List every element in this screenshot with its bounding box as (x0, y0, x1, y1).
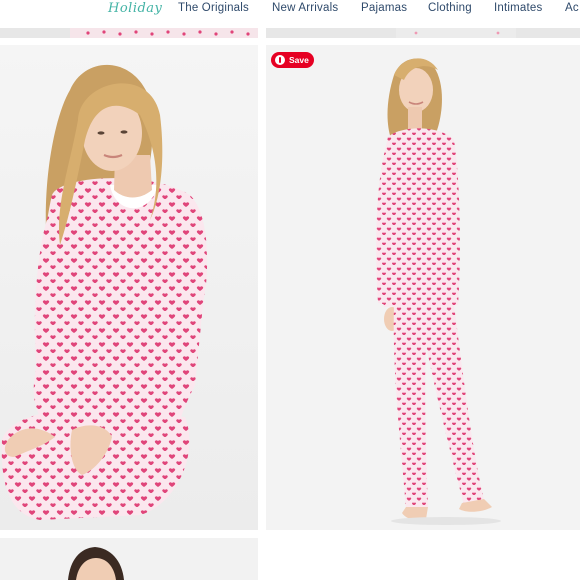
product-image-kneeling-model[interactable] (0, 45, 258, 530)
nav-item-clothing[interactable]: Clothing (428, 2, 472, 14)
model-illustration (0, 45, 258, 530)
model-illustration (68, 547, 124, 580)
top-nav: Holiday The Originals New Arrivals Pajam… (0, 0, 580, 22)
nav-item-new-arrivals[interactable]: New Arrivals (272, 2, 338, 14)
product-image-standing-model[interactable] (266, 45, 580, 530)
save-label: Save (289, 55, 309, 65)
next-product-image-right-blank (266, 538, 580, 580)
next-product-image-left[interactable] (0, 538, 258, 580)
nav-item-accessories[interactable]: Ac (565, 2, 579, 14)
heart-pattern (70, 28, 258, 38)
nav-item-pajamas[interactable]: Pajamas (361, 2, 407, 14)
heart-pattern (396, 28, 516, 38)
nav-item-intimates[interactable]: Intimates (494, 2, 542, 14)
holiday-logo[interactable]: Holiday (108, 1, 162, 16)
pinterest-save-button[interactable]: Save (271, 52, 314, 68)
previous-product-image-left[interactable] (0, 28, 258, 38)
previous-product-image-right[interactable] (266, 28, 580, 38)
nav-item-the-originals[interactable]: The Originals (178, 2, 249, 14)
model-illustration (266, 45, 580, 530)
pinterest-icon (275, 55, 285, 65)
